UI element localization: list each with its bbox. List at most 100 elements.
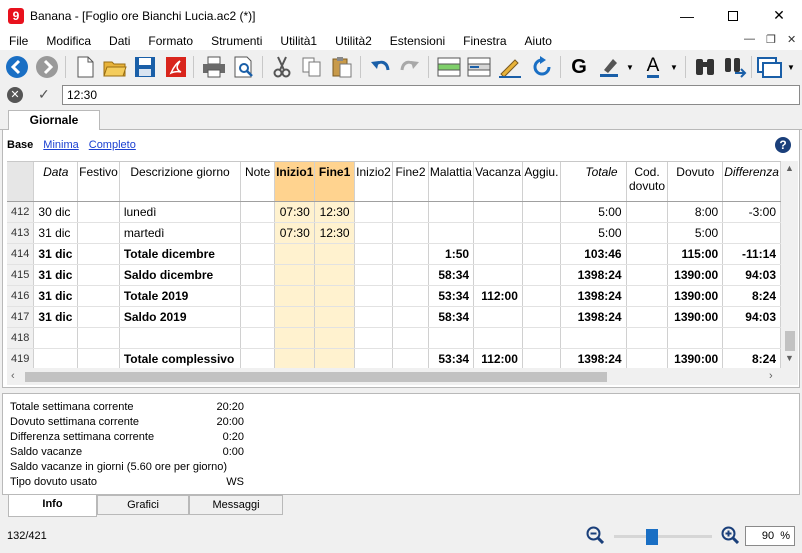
cell-inizio2[interactable] — [354, 306, 394, 328]
cell-inizio1[interactable]: 07:30 — [274, 201, 316, 223]
cell-dovuto[interactable]: 1390:00 — [667, 285, 724, 307]
scroll-left-icon[interactable]: ‹ — [11, 370, 15, 382]
cell-festivo[interactable] — [77, 243, 120, 265]
col-header-data[interactable]: Data — [33, 162, 79, 202]
col-header-inizio1[interactable]: Inizio1 — [274, 162, 316, 202]
cell-vacanza[interactable]: 112:00 — [473, 348, 523, 370]
cell-note[interactable] — [240, 348, 276, 370]
cell-totale[interactable]: 5:00 — [560, 222, 627, 244]
refresh-icon[interactable] — [529, 54, 555, 80]
cell-descrizione[interactable]: lunedì — [119, 201, 242, 223]
cell-totale[interactable]: 1398:24 — [560, 264, 627, 286]
cell-dovuto[interactable]: 115:00 — [667, 243, 724, 265]
cell-fine1[interactable] — [314, 306, 355, 328]
cell-differenza[interactable]: 94:03 — [722, 264, 781, 286]
cell-dovuto[interactable]: 5:00 — [667, 222, 724, 244]
cell-totale[interactable] — [560, 327, 627, 349]
row-number[interactable]: 416 — [7, 285, 35, 307]
tab-giornale[interactable]: Giornale — [8, 110, 100, 131]
font-color-icon[interactable]: A — [640, 54, 666, 80]
maximize-button[interactable] — [710, 0, 756, 31]
cell-festivo[interactable] — [77, 201, 120, 223]
cell-fine1[interactable] — [314, 264, 355, 286]
col-header-descrizione[interactable]: Descrizione giorno — [119, 162, 242, 202]
cell-malattia[interactable] — [428, 201, 475, 223]
col-header-malattia[interactable]: Malattia — [428, 162, 475, 202]
cell-totale[interactable]: 103:46 — [560, 243, 627, 265]
cell-fine2[interactable] — [392, 201, 429, 223]
cell-malattia[interactable] — [428, 222, 475, 244]
row-number[interactable]: 415 — [7, 264, 35, 286]
zoom-out-icon[interactable] — [586, 526, 605, 545]
col-header-inizio2[interactable]: Inizio2 — [354, 162, 394, 202]
cell-descrizione[interactable] — [119, 327, 242, 349]
close-button[interactable]: ✕ — [756, 0, 802, 31]
cell-fine2[interactable] — [392, 285, 429, 307]
cell-inizio2[interactable] — [354, 222, 394, 244]
cell-malattia[interactable] — [428, 327, 475, 349]
row-number[interactable]: 412 — [7, 201, 35, 223]
cell-cod-dovuto[interactable] — [626, 306, 669, 328]
row-number[interactable]: 413 — [7, 222, 35, 244]
table-row[interactable]: 418 — [7, 327, 781, 349]
print-icon[interactable] — [201, 54, 227, 80]
cell-vacanza[interactable] — [473, 327, 523, 349]
cell-cod-dovuto[interactable] — [626, 327, 669, 349]
view-completo[interactable]: Completo — [89, 139, 136, 153]
cell-totale[interactable]: 1398:24 — [560, 306, 627, 328]
cell-note[interactable] — [240, 201, 276, 223]
menu-dati[interactable]: Dati — [100, 34, 139, 48]
col-header-totale[interactable]: Totale — [560, 162, 627, 202]
cell-fine1[interactable]: 12:30 — [314, 201, 355, 223]
cell-fine2[interactable] — [392, 348, 429, 370]
cell-cod-dovuto[interactable] — [626, 285, 669, 307]
cell-fine1[interactable] — [314, 285, 355, 307]
cell-inizio1[interactable] — [274, 348, 316, 370]
col-header-differenza[interactable]: Differenza — [722, 162, 781, 202]
cell-cod-dovuto[interactable] — [626, 348, 669, 370]
cell-note[interactable] — [240, 243, 276, 265]
cancel-edit-icon[interactable]: ✕ — [7, 87, 23, 103]
print-preview-icon[interactable] — [231, 54, 257, 80]
row-number[interactable]: 418 — [7, 327, 35, 349]
cell-descrizione[interactable]: Saldo dicembre — [119, 264, 242, 286]
view-base[interactable]: Base — [7, 139, 33, 153]
cell-edit-input[interactable]: 12:30 — [62, 85, 800, 105]
cell-fine1[interactable]: 12:30 — [314, 222, 355, 244]
cell-inizio2[interactable] — [354, 285, 394, 307]
delete-rows-icon[interactable] — [466, 54, 492, 80]
menu-finestra[interactable]: Finestra — [454, 34, 515, 48]
cell-aggiu[interactable] — [522, 201, 561, 223]
col-header-vacanza[interactable]: Vacanza — [473, 162, 523, 202]
cell-dovuto[interactable]: 1390:00 — [667, 348, 724, 370]
cell-descrizione[interactable]: martedì — [119, 222, 242, 244]
col-header-aggiu[interactable]: Aggiu. — [522, 162, 561, 202]
cell-dovuto[interactable] — [667, 327, 724, 349]
find-next-icon[interactable] — [722, 54, 748, 80]
col-header-festivo[interactable]: Festivo — [77, 162, 120, 202]
vertical-scroll-thumb[interactable] — [785, 331, 795, 351]
pdf-icon[interactable] — [163, 54, 189, 80]
cell-vacanza[interactable] — [473, 201, 523, 223]
cell-festivo[interactable] — [77, 348, 120, 370]
cell-festivo[interactable] — [77, 285, 120, 307]
cell-fine2[interactable] — [392, 327, 429, 349]
cell-fine1[interactable] — [314, 243, 355, 265]
cell-inizio1[interactable] — [274, 264, 316, 286]
tab-grafici[interactable]: Grafici — [97, 495, 189, 515]
doc-close-icon[interactable]: ✕ — [787, 33, 796, 46]
cell-descrizione[interactable]: Totale dicembre — [119, 243, 242, 265]
menu-strumenti[interactable]: Strumenti — [202, 34, 271, 48]
cell-descrizione[interactable]: Totale complessivo — [119, 348, 242, 370]
cell-inizio2[interactable] — [354, 327, 394, 349]
cell-festivo[interactable] — [77, 327, 120, 349]
cell-differenza[interactable]: 8:24 — [722, 285, 781, 307]
cell-differenza[interactable]: 94:03 — [722, 306, 781, 328]
horizontal-scroll-thumb[interactable] — [25, 372, 607, 382]
table-row[interactable]: 413 31 dic martedì 07:30 12:30 5:00 5:00 — [7, 222, 781, 244]
cell-aggiu[interactable] — [522, 285, 561, 307]
cell-note[interactable] — [240, 222, 276, 244]
cell-cod-dovuto[interactable] — [626, 222, 669, 244]
menu-utilita2[interactable]: Utilità2 — [326, 34, 381, 48]
doc-minimize-icon[interactable]: — — [744, 33, 755, 45]
